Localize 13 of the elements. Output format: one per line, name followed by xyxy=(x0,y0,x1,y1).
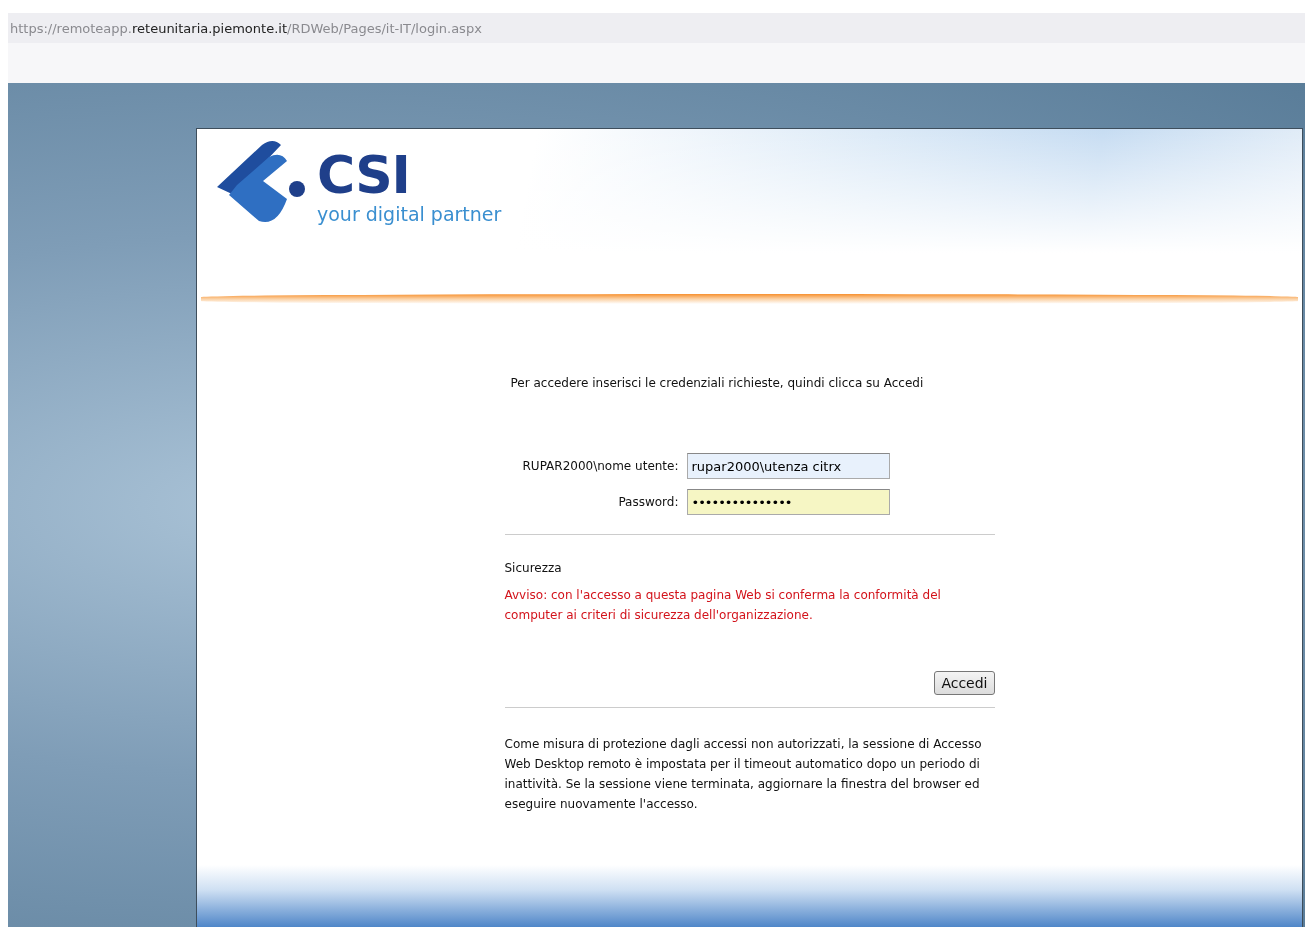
field-label: Password: xyxy=(617,495,680,509)
section-title: Sicurezza xyxy=(504,561,563,575)
password-field[interactable]: ••••••••••••••• xyxy=(686,489,890,515)
submit-button[interactable]: Accedi xyxy=(934,671,995,695)
address-bar[interactable]: https://remoteapp.reteunitaria.piemonte.it/RDWeb/Pages/it-IT/login.aspx xyxy=(8,13,1305,43)
field-label: RUPAR2000\nome utente: xyxy=(521,459,680,473)
instruction-text: Per accedere inserisci le credenziali richieste, quindi clicca su Accedi xyxy=(510,376,925,390)
logo-tagline: your digital partner xyxy=(317,202,502,227)
notice-text: Come misura di protezione dagli accessi non autorizzati, la sessione di Accesso Web Desktop remoto è impostata per il timeout automatico dopo un periodo di inattività. Se la sessione viene terminata, aggiornare la finestra del browser ed eseguire nuovamente l'accesso. xyxy=(504,736,983,813)
warning-text: Avviso: con l'accesso a questa pagina Web si conferma la conformità del computer ai criteri di sicurezza dell'organizzazione. xyxy=(504,587,942,624)
url-text: https://remoteapp.reteunitaria.piemonte.it/RDWeb/Pages/it-IT/login.aspx xyxy=(10,20,482,36)
username-field[interactable]: rupar2000\utenza citrx xyxy=(686,453,890,479)
logo-name: CSI xyxy=(317,153,411,197)
